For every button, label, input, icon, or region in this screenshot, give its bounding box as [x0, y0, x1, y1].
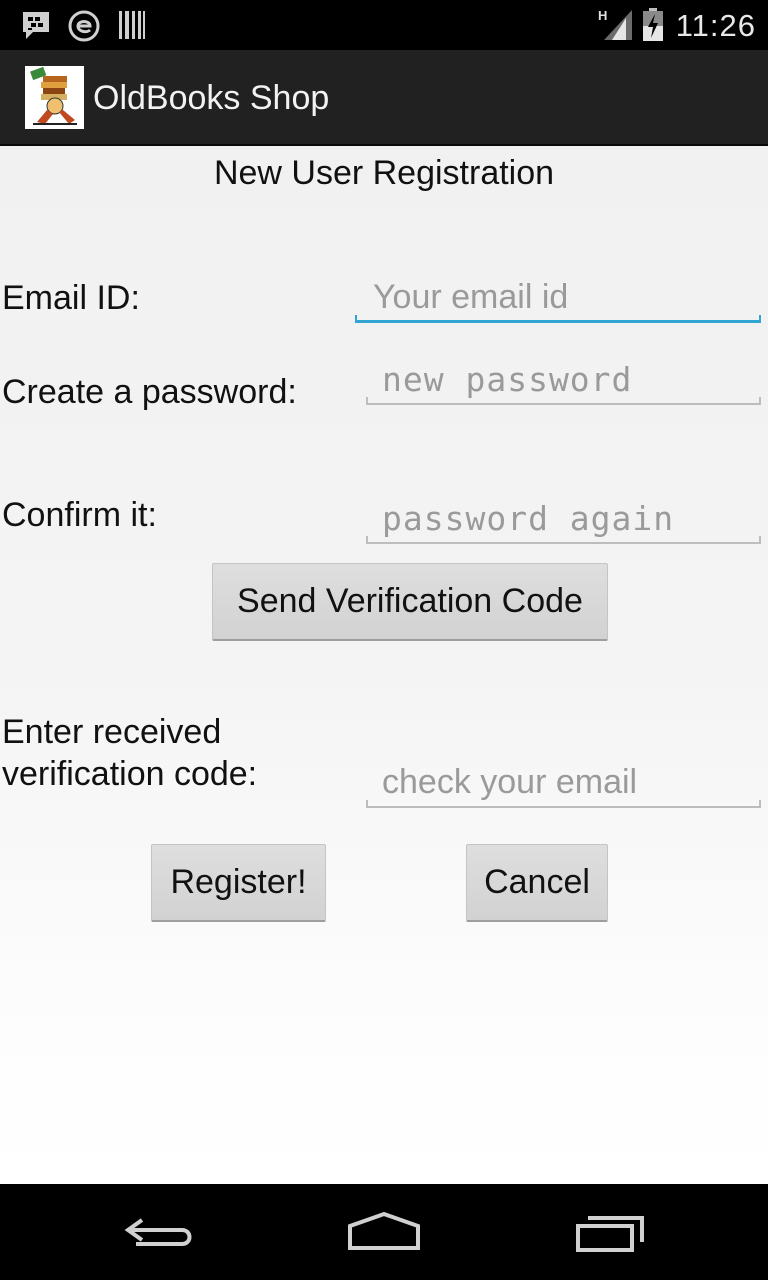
barcode-icon [118, 9, 146, 46]
confirm-password-field-wrapper [366, 496, 761, 544]
registration-form: New User Registration Email ID: Create a… [0, 146, 768, 1184]
password-label: Create a password: [2, 373, 297, 411]
verification-code-field-underline [366, 800, 761, 808]
password-field[interactable] [366, 357, 761, 401]
password-field-underline [366, 397, 761, 405]
back-icon[interactable] [124, 1206, 196, 1263]
phone-screen: H 11:26 OldBooks Shop New User Registrat… [0, 0, 768, 1280]
register-button[interactable]: Register! [151, 844, 326, 922]
verification-code-field[interactable] [366, 760, 761, 804]
home-icon[interactable] [346, 1206, 422, 1263]
status-bar: H 11:26 [0, 0, 768, 50]
network-type-label: H [598, 8, 607, 23]
clock: 11:26 [675, 8, 756, 43]
confirm-password-field[interactable] [366, 496, 761, 540]
password-field-wrapper [366, 357, 761, 405]
email-label: Email ID: [2, 279, 140, 317]
bbm-icon [20, 9, 52, 46]
app-title: OldBooks Shop [93, 79, 330, 117]
page-title: New User Registration [213, 154, 555, 192]
confirm-password-label: Confirm it: [2, 496, 157, 534]
email-field-wrapper [355, 275, 761, 323]
cancel-button[interactable]: Cancel [466, 844, 608, 922]
verification-code-field-wrapper [366, 760, 761, 808]
recents-icon[interactable] [574, 1206, 648, 1263]
app-logo-icon [25, 66, 84, 129]
signal-icon: H [598, 6, 634, 47]
email-field[interactable] [355, 275, 761, 319]
confirm-password-field-underline [366, 536, 761, 544]
navigation-bar [0, 1184, 768, 1280]
verification-code-label-line2: verification code: [2, 755, 258, 793]
verification-code-label-line1: Enter received [2, 713, 222, 751]
battery-icon [642, 8, 664, 47]
send-verification-code-button[interactable]: Send Verification Code [212, 563, 608, 641]
action-bar: OldBooks Shop [0, 50, 768, 146]
email-field-underline [355, 315, 761, 323]
e-icon [67, 9, 101, 48]
